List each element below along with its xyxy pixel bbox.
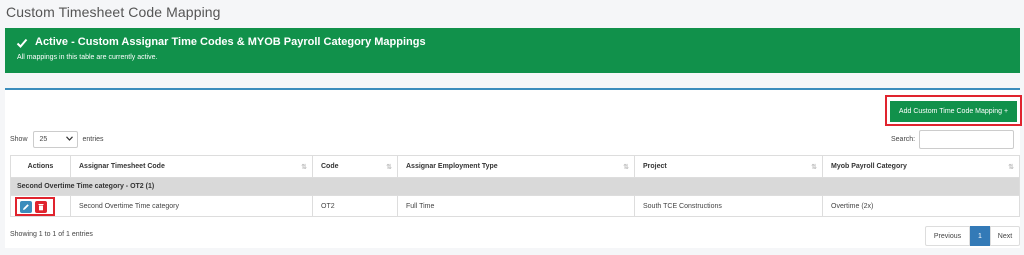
sort-icon: ⇅ <box>623 164 629 171</box>
mappings-panel: Add Custom Time Code Mapping + Show 25 e… <box>5 88 1022 248</box>
sort-icon: ⇅ <box>811 164 817 171</box>
pencil-icon <box>23 203 29 210</box>
page-length-select[interactable]: 25 <box>32 131 78 148</box>
search-label: Search: <box>891 136 916 143</box>
cell-code: OT2 <box>312 195 398 217</box>
page-title: Custom Timesheet Code Mapping <box>6 4 221 20</box>
cell-employment-type: Full Time <box>397 195 635 217</box>
next-page-button[interactable]: Next <box>990 226 1020 246</box>
actions-highlight <box>15 197 55 216</box>
edit-button[interactable] <box>20 200 32 213</box>
alert-title: Active - Custom Assignar Time Codes & MY… <box>35 36 426 48</box>
length-control: Show 25 entries <box>10 131 104 148</box>
actions-cell <box>10 195 71 217</box>
cell-payroll-category: Overtime (2x) <box>822 195 1020 217</box>
cell-project: South TCE Constructions <box>634 195 823 217</box>
column-header-timesheet-code[interactable]: Assignar Timesheet Code ⇅ <box>70 155 313 178</box>
cell-timesheet-code: Second Overtime Time category <box>70 195 313 217</box>
sort-icon: ⇅ <box>1008 164 1014 171</box>
pagination: Previous 1 Next <box>925 226 1020 246</box>
group-row: Second Overtime Time category - OT2 (1) <box>10 177 1020 196</box>
column-header-code[interactable]: Code ⇅ <box>312 155 398 178</box>
check-icon <box>16 36 28 48</box>
chevron-down-icon <box>65 136 73 143</box>
search-control: Search: <box>891 130 1015 149</box>
add-mapping-button[interactable]: Add Custom Time Code Mapping + <box>890 101 1017 122</box>
table-info: Showing 1 to 1 of 1 entries <box>10 231 93 238</box>
column-header-actions[interactable]: Actions <box>10 155 71 178</box>
sort-icon: ⇅ <box>386 164 392 171</box>
column-header-project[interactable]: Project ⇅ <box>634 155 823 178</box>
add-button-highlight: Add Custom Time Code Mapping + <box>885 95 1022 126</box>
mappings-table: Actions Assignar Timesheet Code ⇅ Code ⇅ A… <box>10 155 1020 217</box>
column-header-employment-type[interactable]: Assignar Employment Type ⇅ <box>397 155 635 178</box>
active-alert: Active - Custom Assignar Time Codes & MY… <box>5 28 1020 73</box>
sort-icon: ⇅ <box>301 164 307 171</box>
delete-button[interactable] <box>35 200 47 213</box>
page-1-button[interactable]: 1 <box>970 226 990 246</box>
search-input[interactable] <box>919 130 1015 149</box>
table-row: Second Overtime Time category OT2 Full T… <box>10 195 1020 217</box>
show-label: Show <box>10 136 28 143</box>
column-header-payroll-category[interactable]: Myob Payroll Category ⇅ <box>822 155 1020 178</box>
previous-page-button[interactable]: Previous <box>925 226 970 246</box>
alert-subtitle: All mappings in this table are currently… <box>17 54 158 61</box>
entries-label: entries <box>82 136 104 143</box>
page-length-value: 25 <box>39 136 48 143</box>
trash-icon <box>38 203 44 210</box>
group-label: Second Overtime Time category - OT2 (1) <box>10 177 1020 196</box>
